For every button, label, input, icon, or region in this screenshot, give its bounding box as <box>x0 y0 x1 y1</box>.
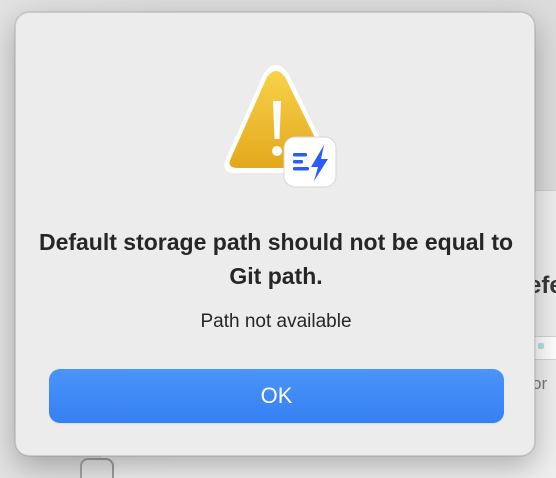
app-badge-icon <box>283 136 337 188</box>
alert-dialog: Default storage path should not be equal… <box>15 12 535 456</box>
background-field-indicator <box>538 343 544 349</box>
dialog-message: Path not available <box>200 311 352 332</box>
warning-triangle-icon <box>224 65 337 188</box>
dialog-title: Default storage path should not be equal… <box>38 229 514 289</box>
ok-button[interactable]: OK <box>49 369 504 423</box>
